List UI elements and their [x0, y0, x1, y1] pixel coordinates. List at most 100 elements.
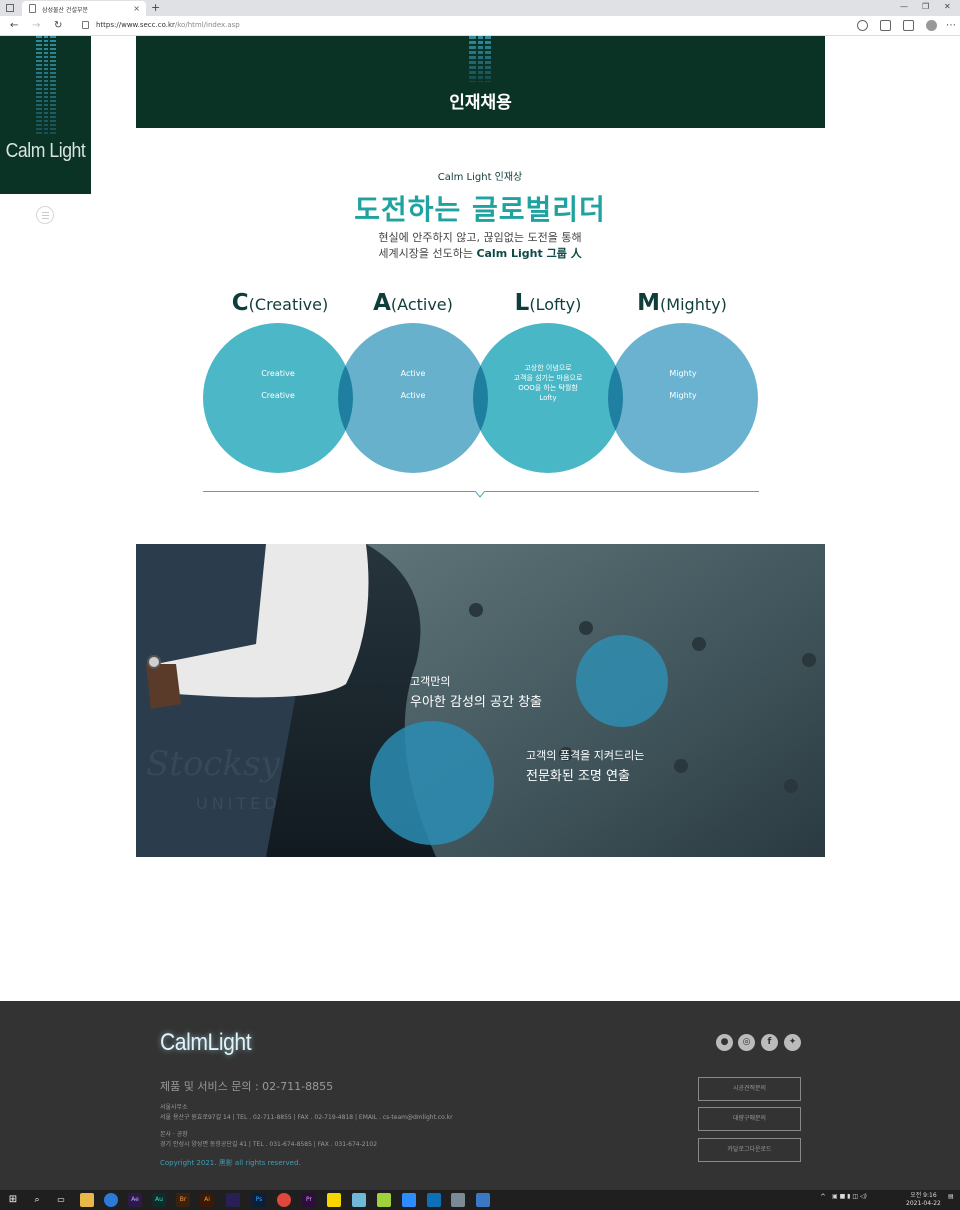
- illustrator-icon[interactable]: Ai: [200, 1193, 214, 1207]
- after-effects-icon[interactable]: Ae: [128, 1193, 142, 1207]
- twitter-icon[interactable]: ✦: [784, 1034, 801, 1051]
- browser-tab[interactable]: 삼성물산 건설부문 ×: [22, 1, 146, 16]
- player-icon[interactable]: [377, 1193, 391, 1207]
- window-icon[interactable]: [6, 4, 14, 12]
- clock-time: 오전 9:16: [910, 1192, 937, 1199]
- back-icon[interactable]: ←: [10, 20, 18, 31]
- clock-date: 2021-04-22: [906, 1200, 941, 1207]
- caption-2: 고객의 품격을 지켜드리는 전문화된 조명 연출: [526, 747, 644, 784]
- circle-text-1: Active: [400, 369, 426, 378]
- logo-text: Calm Light: [5, 140, 86, 162]
- section-kicker: Calm Light 인재상: [437, 172, 523, 183]
- favorite-star-icon[interactable]: [857, 20, 868, 31]
- collections-icon[interactable]: [903, 20, 914, 31]
- task-view-icon[interactable]: ▭: [54, 1193, 68, 1207]
- media-encoder-icon[interactable]: [226, 1193, 240, 1207]
- value-letter: M: [637, 290, 661, 316]
- circle-text-2: Creative: [261, 391, 295, 400]
- url-field[interactable]: https://www.secc.co.kr/ko/html/index.asp: [96, 21, 240, 29]
- caption-1: 고객만의 우아한 감성의 공간 창출: [410, 673, 542, 710]
- circle-text-line: Lofty: [539, 394, 557, 402]
- instagram-icon[interactable]: ◎: [738, 1034, 755, 1051]
- chrome-icon[interactable]: [277, 1193, 291, 1207]
- value-letter: A: [373, 290, 391, 316]
- section-title: 도전하는 글로벌리더: [354, 193, 606, 226]
- bulk-purchase-button[interactable]: 대량구매문의: [698, 1107, 801, 1131]
- logo-light-bars: [36, 36, 56, 136]
- site-footer: CalmLight 제품 및 서비스 문의 : 02-711-8855 서울사무…: [0, 1001, 960, 1190]
- hero-light-bars: [469, 36, 491, 82]
- value-heading-c: C(Creative): [210, 290, 350, 316]
- value-heading-a: A(Active): [343, 290, 483, 316]
- watermark: Stocksy: [146, 744, 280, 784]
- clock[interactable]: 오전 9:16 2021-04-22: [906, 1192, 941, 1208]
- more-menu-icon[interactable]: ⋯: [946, 20, 956, 31]
- address-bar: ← → ↻ https://www.secc.co.kr/ko/html/ind…: [0, 16, 960, 36]
- minimize-icon[interactable]: —: [900, 2, 908, 11]
- circle-text-line: 고객을 섬기는 마음으로: [513, 374, 583, 382]
- page-title: 인재채용: [449, 93, 512, 113]
- value-word: (Creative): [248, 295, 329, 314]
- desc-line-2-prefix: 세계시장을 선도하는: [378, 247, 473, 260]
- kakaotalk-icon[interactable]: [327, 1193, 341, 1207]
- url-host: https://www.secc.co.kr: [96, 21, 175, 29]
- file-explorer-icon[interactable]: [80, 1193, 94, 1207]
- profile-avatar-icon[interactable]: [926, 20, 937, 31]
- new-tab-button[interactable]: +: [151, 1, 160, 14]
- footer-copyright: Copyright 2021. 黑影 all rights reserved.: [160, 1159, 301, 1167]
- zoom-icon[interactable]: [402, 1193, 416, 1207]
- caption-1-line-2: 우아한 감성의 공간 창출: [410, 695, 542, 710]
- app-icon[interactable]: [352, 1193, 366, 1207]
- value-circle-creative: Creative Creative: [203, 323, 353, 473]
- tab-title: 삼성물산 건설부문: [42, 7, 89, 14]
- value-circle-lofty: 고상한 이념으로 고객을 섬기는 마음으로 OOO을 하는 탁월함 Lofty: [473, 323, 623, 473]
- windows-taskbar: ⊞ ⌕ ▭ Ae Au Br Ai Ps Pr ^ ▣ ■ ▮ ◫ ◁) 오전 …: [0, 1190, 960, 1210]
- catalog-download-button[interactable]: 카달로그다운로드: [698, 1138, 801, 1162]
- edge-browser-icon[interactable]: [104, 1193, 118, 1207]
- tab-close-icon[interactable]: ×: [133, 4, 140, 13]
- construction-quote-button[interactable]: 시공견적문의: [698, 1077, 801, 1101]
- section-description: 현실에 안주하지 않고, 끊임없는 도전을 통해 세계시장을 선도하는 Calm…: [0, 230, 960, 262]
- browser-tab-bar: 삼성물산 건설부문 × + — ❐ ✕: [0, 0, 960, 16]
- tray-chevron-icon[interactable]: ^: [820, 1193, 826, 1201]
- value-circle-mighty: Mighty Mighty: [608, 323, 758, 473]
- search-icon[interactable]: ⌕: [30, 1193, 44, 1207]
- audition-icon[interactable]: Au: [152, 1193, 166, 1207]
- value-letter: L: [514, 290, 530, 316]
- page-info-icon[interactable]: [82, 21, 89, 29]
- desc-highlight: Calm Light 그룹 人: [476, 247, 582, 260]
- photoshop-icon[interactable]: Ps: [252, 1193, 266, 1207]
- circle-text-2: Active: [400, 391, 426, 400]
- premiere-icon[interactable]: Pr: [302, 1193, 316, 1207]
- maximize-icon[interactable]: ❐: [922, 2, 929, 11]
- value-circle-active: Active Active: [338, 323, 488, 473]
- notification-icon[interactable]: ▤: [948, 1193, 954, 1200]
- windows-start-icon[interactable]: ⊞: [6, 1193, 20, 1207]
- reload-icon[interactable]: ↻: [54, 20, 62, 31]
- tray-icons[interactable]: ▣ ■ ▮ ◫ ◁): [832, 1193, 867, 1200]
- calculator-icon[interactable]: [451, 1193, 465, 1207]
- circle-text-1: Mighty: [669, 369, 697, 378]
- favorites-icon[interactable]: [880, 20, 891, 31]
- facebook-icon[interactable]: f: [761, 1034, 778, 1051]
- footer-office-label: 서울사무소: [160, 1104, 188, 1111]
- circle-multiline-text: 고상한 이념으로 고객을 섬기는 마음으로 OOO을 하는 탁월함 Lofty: [473, 363, 623, 403]
- feature-photo: Stocksy UNITED 고객만의 우아한 감성의 공간 창출 고객의 품격…: [136, 544, 825, 857]
- divider-arrow-icon: [475, 491, 485, 498]
- caption-2-line-1: 고객의 품격을 지켜드리는: [526, 749, 645, 762]
- value-word: (Lofty): [529, 295, 582, 314]
- values-circles: Creative Creative Active Active 고상한 이념으로…: [203, 323, 759, 473]
- reddit-icon[interactable]: ●: [716, 1034, 733, 1051]
- close-window-icon[interactable]: ✕: [944, 2, 951, 11]
- bridge-icon[interactable]: Br: [176, 1193, 190, 1207]
- page-favicon-icon: [29, 4, 36, 13]
- url-path: /ko/html/index.asp: [174, 21, 240, 29]
- footer-factory-info: 경기 안성시 양성면 동항공단길 41 | TEL . 031-674-8585…: [160, 1141, 378, 1148]
- vscode-icon[interactable]: [427, 1193, 441, 1207]
- circle-text-2: Mighty: [669, 391, 697, 400]
- photos-icon[interactable]: [476, 1193, 490, 1207]
- value-word: (Active): [390, 295, 453, 314]
- forward-icon[interactable]: →: [32, 20, 40, 31]
- hero-banner: 인재채용: [136, 36, 825, 128]
- footer-logo[interactable]: CalmLight: [160, 1029, 252, 1057]
